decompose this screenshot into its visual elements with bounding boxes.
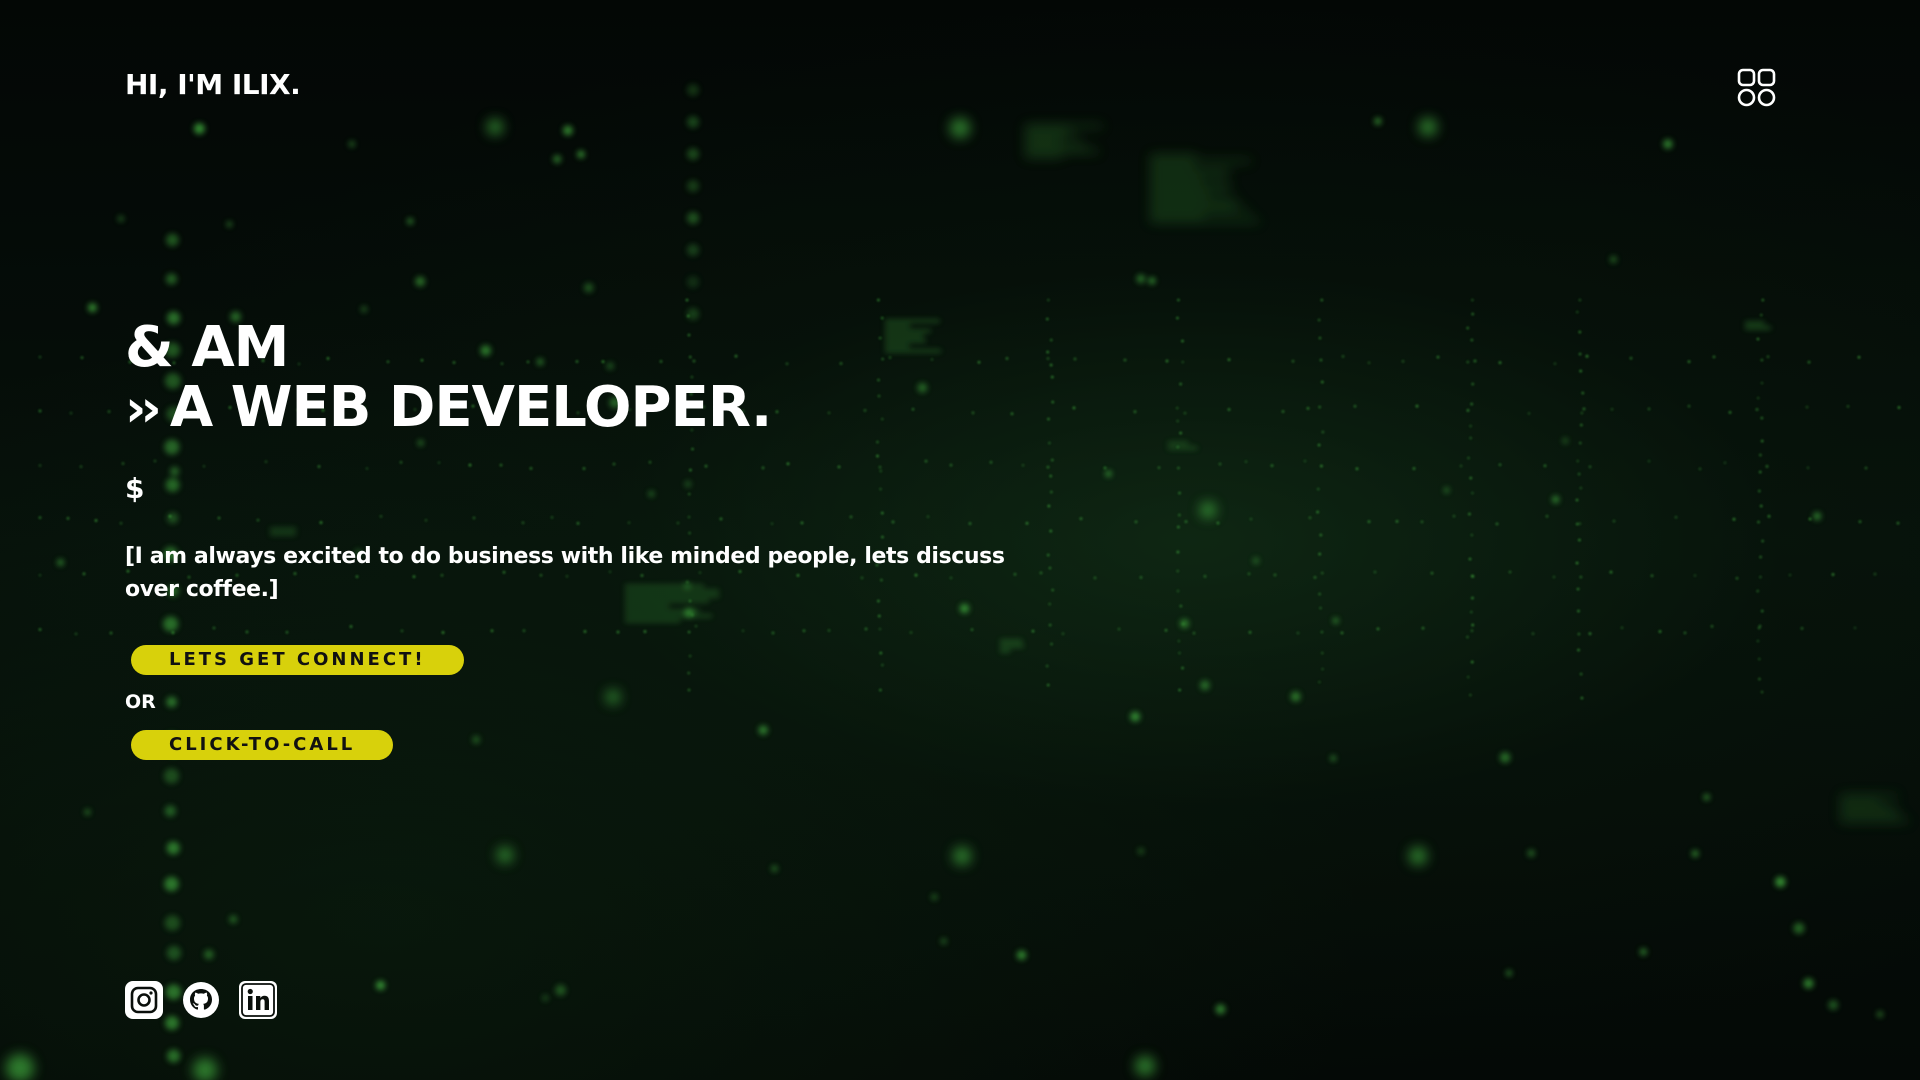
- lets-get-connect-button[interactable]: LETS GET CONNECT!: [131, 645, 464, 675]
- grid-menu-icon: [1737, 68, 1776, 107]
- double-chevron-icon: ››: [125, 379, 162, 439]
- hero-line-2: ›› A WEB DEVELOPER.: [125, 375, 772, 440]
- social-links: [125, 981, 277, 1019]
- terminal-prompt: $: [125, 472, 145, 505]
- linkedin-link[interactable]: [239, 981, 277, 1019]
- hero-line-1: & AM: [125, 315, 289, 380]
- or-separator: OR: [125, 691, 156, 713]
- github-icon: [183, 982, 219, 1018]
- github-link[interactable]: [182, 981, 220, 1019]
- hero-heading: & AM ›› A WEB DEVELOPER.: [125, 315, 772, 440]
- instagram-icon: [125, 981, 163, 1019]
- grid-menu-button[interactable]: [1737, 68, 1777, 108]
- click-to-call-button[interactable]: CLICK-TO-CALL: [131, 730, 394, 760]
- brand-title: HI, I'M ILIX.: [125, 68, 301, 101]
- linkedin-icon: [239, 981, 277, 1019]
- instagram-link[interactable]: [125, 981, 163, 1019]
- page: HI, I'M ILIX. & AM ›› A WEB DEVELOPER. $ …: [0, 0, 1920, 1080]
- tagline: [I am always excited to do business with…: [125, 544, 1005, 602]
- hero-role: A WEB DEVELOPER.: [169, 375, 772, 440]
